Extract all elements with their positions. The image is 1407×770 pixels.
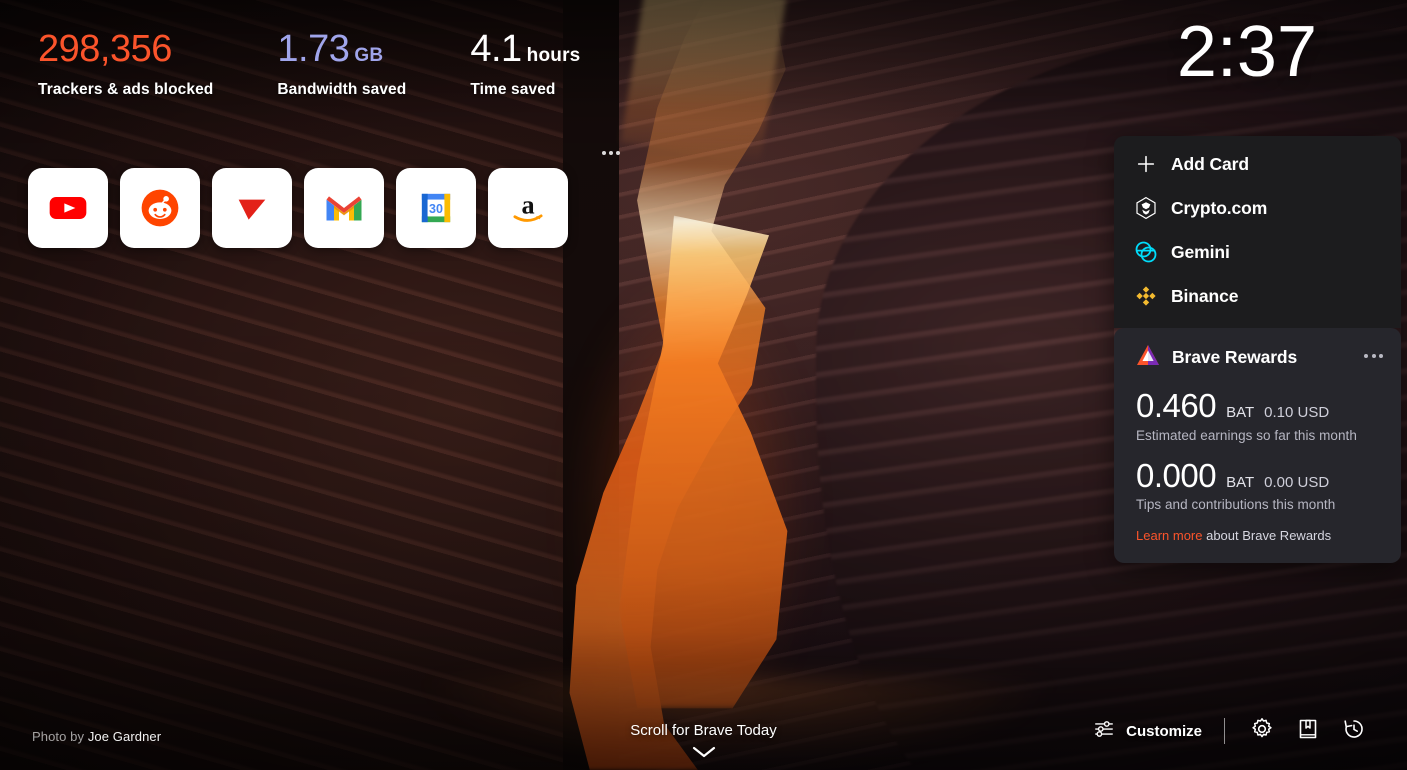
card-row-gemini[interactable]: Gemini bbox=[1114, 230, 1401, 274]
stat-unit: GB bbox=[354, 45, 384, 66]
tile-youtube[interactable] bbox=[28, 168, 108, 248]
tile-red-triangle[interactable] bbox=[212, 168, 292, 248]
cards-list: Add Card Crypto.com Gemini Binance bbox=[1114, 136, 1401, 328]
binance-icon bbox=[1134, 284, 1158, 308]
earnings-currency: BAT bbox=[1226, 404, 1255, 421]
card-label: Add Card bbox=[1171, 153, 1249, 174]
chevron-down-icon bbox=[691, 745, 717, 764]
stat-trackers-blocked: 298,356 Trackers & ads blocked bbox=[38, 28, 214, 99]
crypto-com-icon bbox=[1134, 196, 1158, 220]
tips-currency: BAT bbox=[1226, 473, 1255, 491]
svg-text:a: a bbox=[521, 190, 534, 219]
tile-amazon[interactable]: a bbox=[488, 168, 568, 248]
tips-description: Tips and contributions this month bbox=[1136, 497, 1336, 513]
earnings-description: Estimated earnings so far this month bbox=[1136, 427, 1357, 443]
gmail-icon bbox=[324, 188, 364, 228]
dot bbox=[602, 151, 606, 155]
dot bbox=[616, 151, 620, 155]
bookmarks-button[interactable] bbox=[1293, 716, 1323, 746]
stat-time-saved: 4.1 hours Time saved bbox=[470, 28, 581, 99]
card-row-binance[interactable]: Binance bbox=[1114, 274, 1401, 318]
stat-value-row: 1.73 GB bbox=[277, 28, 406, 70]
earnings-fiat: 0.10 USD bbox=[1264, 404, 1330, 421]
dot bbox=[1371, 354, 1376, 358]
rewards-footer-text: about Brave Rewards bbox=[1202, 528, 1332, 544]
rewards-footer: Learn more about Brave Rewards bbox=[1136, 528, 1379, 543]
stat-label: Trackers & ads blocked bbox=[38, 80, 214, 98]
learn-more-link[interactable]: Learn more bbox=[1136, 528, 1202, 543]
customize-button[interactable]: Customize bbox=[1093, 718, 1202, 745]
stat-value-row: 4.1 hours bbox=[470, 28, 581, 70]
svg-text:30: 30 bbox=[429, 202, 443, 216]
amazon-icon: a bbox=[507, 187, 549, 229]
sliders-icon bbox=[1093, 718, 1115, 745]
tile-google-calendar[interactable]: 30 bbox=[396, 168, 476, 248]
stat-value: 4.1 bbox=[470, 28, 522, 70]
widget-panel: Add Card Crypto.com Gemini Binance Brave… bbox=[1114, 136, 1401, 564]
rewards-more-button[interactable] bbox=[1364, 354, 1383, 358]
earnings-amount-row: 0.460 BAT 0.10 USD bbox=[1136, 387, 1379, 424]
card-label: Binance bbox=[1171, 285, 1239, 306]
bottom-toolbar: Customize bbox=[1093, 716, 1369, 746]
google-calendar-icon: 30 bbox=[416, 188, 456, 228]
stat-bandwidth-saved: 1.73 GB Bandwidth saved bbox=[277, 28, 407, 99]
top-sites-more-button[interactable] bbox=[598, 140, 624, 166]
tips-amount: 0.000 bbox=[1136, 456, 1217, 494]
stat-value: 298,356 bbox=[38, 28, 172, 70]
card-row-add-card[interactable]: Add Card bbox=[1114, 142, 1401, 186]
brave-stats: 298,356 Trackers & ads blocked 1.73 GB B… bbox=[38, 28, 581, 99]
dot bbox=[1379, 354, 1383, 358]
brave-triangle-icon bbox=[1136, 344, 1160, 371]
rewards-earnings-block: 0.460 BAT 0.10 USD Estimated earnings so… bbox=[1136, 387, 1379, 443]
stat-value-row: 298,356 bbox=[38, 28, 213, 70]
card-label: Crypto.com bbox=[1171, 197, 1268, 218]
settings-button[interactable] bbox=[1247, 716, 1277, 746]
history-button[interactable] bbox=[1339, 716, 1369, 746]
plus-icon bbox=[1134, 152, 1158, 176]
card-row-crypto-com[interactable]: Crypto.com bbox=[1114, 186, 1401, 230]
bookmark-book-icon bbox=[1296, 717, 1320, 746]
top-sites: 30 a bbox=[28, 151, 624, 248]
tips-fiat: 0.00 USD bbox=[1264, 473, 1330, 491]
rewards-title: Brave Rewards bbox=[1172, 347, 1298, 367]
tips-amount-row: 0.000 BAT 0.00 USD bbox=[1136, 456, 1379, 494]
tile-gmail[interactable] bbox=[304, 168, 384, 248]
clock: 2:37 bbox=[1176, 12, 1317, 92]
stat-label: Bandwidth saved bbox=[277, 80, 407, 98]
stat-unit: hours bbox=[526, 45, 581, 66]
youtube-icon bbox=[46, 186, 90, 230]
stat-label: Time saved bbox=[470, 80, 556, 98]
reddit-icon bbox=[139, 187, 181, 229]
red-triangle-icon bbox=[232, 188, 272, 228]
tile-reddit[interactable] bbox=[120, 168, 200, 248]
customize-label: Customize bbox=[1126, 722, 1202, 740]
gear-icon bbox=[1250, 717, 1274, 746]
scroll-hint-label: Scroll for Brave Today bbox=[630, 722, 777, 739]
stat-value: 1.73 bbox=[277, 28, 350, 70]
gemini-icon bbox=[1134, 240, 1158, 264]
card-label: Gemini bbox=[1171, 241, 1230, 262]
toolbar-divider bbox=[1224, 718, 1225, 744]
brave-rewards-card: Brave Rewards 0.460 BAT 0.10 USD Estimat… bbox=[1114, 328, 1401, 564]
dot bbox=[609, 151, 613, 155]
rewards-tips-block: 0.000 BAT 0.00 USD Tips and contribution… bbox=[1136, 456, 1379, 513]
dot bbox=[1364, 354, 1368, 358]
earnings-amount: 0.460 bbox=[1136, 387, 1217, 424]
history-clock-icon bbox=[1342, 717, 1366, 746]
rewards-header: Brave Rewards bbox=[1136, 344, 1379, 371]
